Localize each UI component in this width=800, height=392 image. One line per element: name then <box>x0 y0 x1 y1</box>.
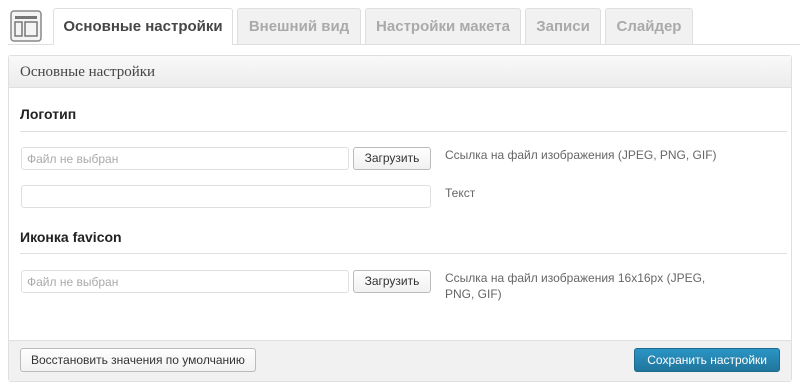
logo-section-title: Логотип <box>20 106 77 122</box>
section-divider <box>20 131 787 132</box>
tab-layout[interactable]: Настройки макета <box>365 8 521 44</box>
logo-file-input[interactable] <box>21 147 349 170</box>
logo-upload-button[interactable]: Загрузить <box>353 147 431 170</box>
favicon-section-title: Иконка favicon <box>20 229 122 245</box>
panel-header: Основные настройки <box>9 56 791 88</box>
favicon-file-hint: Ссылка на файл изображения 16x16px (JPEG… <box>445 271 706 301</box>
logo-text-hint: Текст <box>445 186 476 200</box>
tab-posts[interactable]: Записи <box>525 8 601 44</box>
logo-file-hint: Ссылка на файл изображения (JPEG, PNG, G… <box>445 148 717 162</box>
tab-appearance[interactable]: Внешний вид <box>237 8 361 44</box>
tab-general[interactable]: Основные настройки <box>53 8 233 45</box>
tab-slider[interactable]: Слайдер <box>605 8 693 44</box>
settings-panel: Основные настройки Логотип Загрузить Ссы… <box>8 55 792 382</box>
favicon-upload-button[interactable]: Загрузить <box>353 270 431 293</box>
section-divider <box>20 253 787 254</box>
layout-icon <box>10 10 42 42</box>
panel-title: Основные настройки <box>20 64 156 80</box>
reset-defaults-button[interactable]: Восстановить значения по умолчанию <box>20 348 256 372</box>
panel-footer: Восстановить значения по умолчанию Сохра… <box>9 340 791 381</box>
favicon-file-input[interactable] <box>21 270 349 293</box>
logo-text-input[interactable] <box>21 185 431 208</box>
save-settings-button[interactable]: Сохранить настройки <box>634 348 780 372</box>
